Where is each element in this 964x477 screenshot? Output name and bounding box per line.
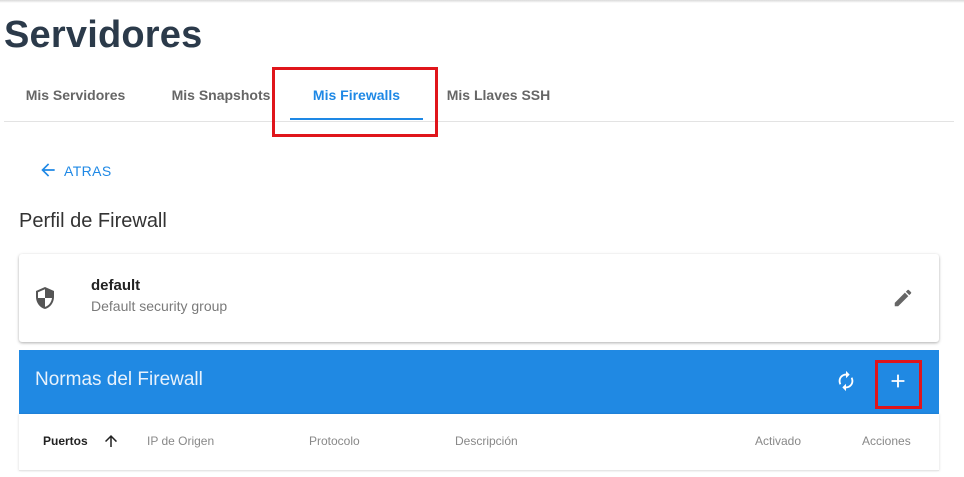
plus-icon[interactable] <box>887 370 909 397</box>
refresh-icon[interactable] <box>835 370 857 397</box>
page-title: Servidores <box>4 14 203 56</box>
firewall-profile-card: default Default security group <box>19 254 939 342</box>
tab-mis-firewalls[interactable]: Mis Firewalls <box>290 70 423 120</box>
back-label: ATRAS <box>64 163 112 179</box>
profile-description: Default security group <box>91 298 228 314</box>
shield-icon <box>33 286 57 315</box>
tab-mis-firewalls-label: Mis Firewalls <box>312 87 401 103</box>
back-button[interactable]: ATRAS <box>38 160 112 182</box>
rules-title: Normas del Firewall <box>35 369 203 390</box>
arrow-up-icon[interactable] <box>102 432 120 455</box>
pencil-icon[interactable] <box>892 287 914 314</box>
column-puertos[interactable]: Puertos <box>43 434 88 448</box>
firewall-rules-header: Normas del Firewall <box>19 350 939 414</box>
tab-bar: Mis Servidores Mis Snapshots Mis Firewal… <box>4 70 954 122</box>
column-protocolo[interactable]: Protocolo <box>309 434 360 448</box>
tab-mis-snapshots[interactable]: Mis Snapshots <box>161 70 281 120</box>
column-ip-origen[interactable]: IP de Origen <box>147 434 214 448</box>
profile-name: default <box>91 277 141 294</box>
active-tab-indicator <box>290 118 423 120</box>
tab-mis-servidores[interactable]: Mis Servidores <box>8 70 143 120</box>
rules-table-header: Puertos IP de Origen Protocolo Descripci… <box>19 414 939 471</box>
top-shadow <box>0 0 964 3</box>
section-title: Perfil de Firewall <box>19 210 167 232</box>
arrow-left-icon <box>38 160 58 183</box>
column-activado[interactable]: Activado <box>755 434 801 448</box>
column-descripcion[interactable]: Descripción <box>455 434 518 448</box>
tab-mis-llaves-ssh[interactable]: Mis Llaves SSH <box>436 70 561 120</box>
column-acciones: Acciones <box>862 434 911 448</box>
